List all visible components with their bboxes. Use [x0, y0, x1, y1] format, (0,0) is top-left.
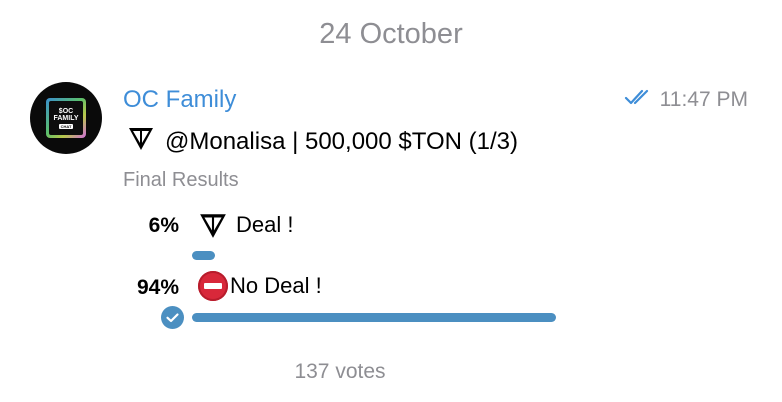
option-label: Deal ! [236, 212, 294, 237]
sender-name[interactable]: OC Family [123, 86, 236, 114]
avatar[interactable]: $OC FAMILY CHAT [30, 82, 102, 154]
avatar-line1: $OC [58, 107, 74, 115]
poll-option-no-deal[interactable]: No Deal ! [198, 271, 322, 301]
poll-question-text: @Monalisa | 500,000 $TON (1/3) [165, 127, 518, 155]
message-meta: 11:47 PM [624, 88, 748, 112]
option-result-bar [192, 313, 556, 322]
message-time: 11:47 PM [659, 88, 748, 111]
selected-check-icon [161, 306, 184, 329]
avatar-tag: CHAT [58, 123, 74, 129]
avatar-core: $OC FAMILY CHAT [49, 101, 83, 135]
vote-count: 137 votes [294, 360, 386, 383]
date-header: 24 October [319, 18, 463, 50]
option-label: No Deal ! [230, 273, 322, 298]
poll-question: @Monalisa | 500,000 $TON (1/3) [127, 124, 518, 159]
poll-option-deal[interactable]: Deal ! [198, 210, 293, 240]
no-entry-icon [198, 271, 228, 301]
avatar-frame: $OC FAMILY CHAT [46, 98, 86, 138]
ton-logo-icon [198, 210, 228, 240]
double-check-icon [624, 88, 654, 112]
poll-state-label: Final Results [123, 169, 239, 191]
ton-logo-icon [127, 124, 155, 159]
avatar-line2: FAMILY [53, 114, 79, 122]
option-result-bar [192, 251, 215, 260]
option-percent: 94% [136, 276, 179, 299]
option-percent: 6% [148, 214, 179, 237]
